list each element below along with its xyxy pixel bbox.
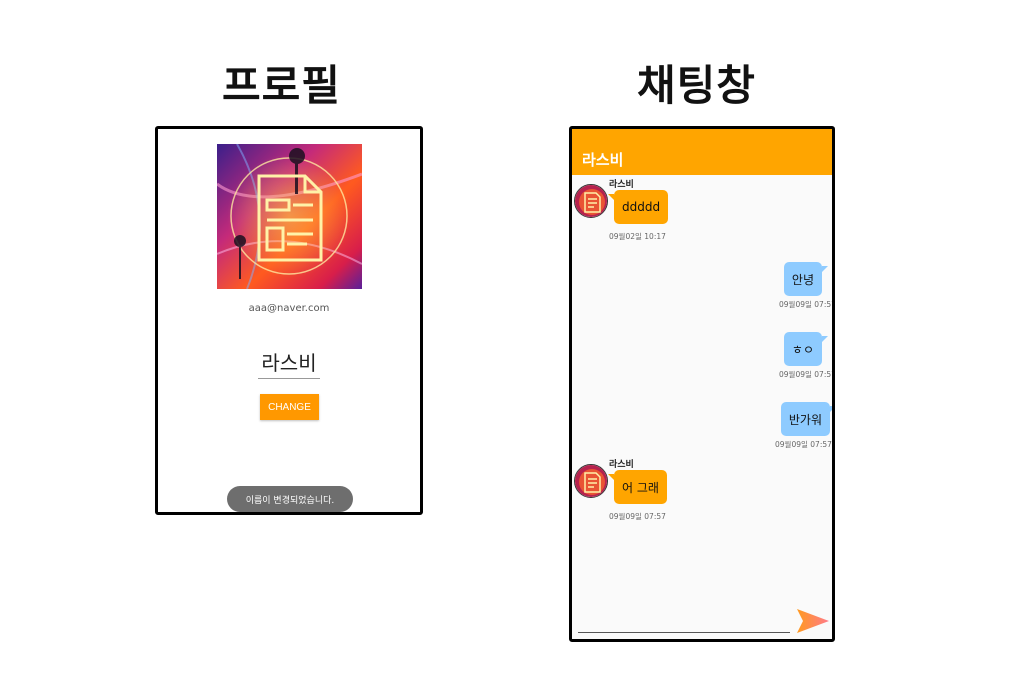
profile-heading: 프로필 xyxy=(222,61,341,110)
send-button[interactable] xyxy=(796,607,830,635)
message-time: 09월09일 07:57 xyxy=(779,370,835,379)
message-time: 09월09일 07:57 xyxy=(779,300,835,309)
profile-image[interactable] xyxy=(216,143,363,290)
document-icon xyxy=(575,465,607,497)
message-bubble[interactable]: ddddd xyxy=(607,190,669,224)
message-bubble[interactable]: 어 그래 xyxy=(608,470,667,504)
chat-header: 라스비 xyxy=(572,129,832,175)
profile-screen: aaa@naver.com 라스비 CHANGE 이름이 변경되었습니다. xyxy=(155,126,423,515)
document-icon xyxy=(575,185,607,217)
send-arrow-icon xyxy=(797,609,829,633)
message-bubble[interactable]: 안녕 xyxy=(783,262,829,296)
message-time: 09월09일 07:57 xyxy=(609,512,666,521)
sender-name: 라스비 xyxy=(609,460,634,470)
chat-screen: 라스비 라스비 ddddd 09월02일 10:17 안녕 09월09일 07:… xyxy=(569,126,835,642)
document-icon xyxy=(216,143,363,290)
avatar[interactable] xyxy=(574,184,608,218)
message-input[interactable] xyxy=(578,609,794,633)
profile-name-field[interactable]: 라스비 xyxy=(258,347,320,379)
input-underline xyxy=(578,632,790,633)
message-time: 09월02일 10:17 xyxy=(609,232,666,241)
message-time: 09월09일 07:57 xyxy=(775,440,832,449)
chat-heading: 채팅창 xyxy=(637,61,756,110)
chat-title: 라스비 xyxy=(582,151,624,169)
toast-message: 이름이 변경되었습니다. xyxy=(227,486,353,512)
message-bubble[interactable]: ㅎㅇ xyxy=(783,332,829,366)
message-bubble[interactable]: 반가워 xyxy=(780,402,832,436)
profile-email: aaa@naver.com xyxy=(248,303,330,314)
avatar[interactable] xyxy=(574,464,608,498)
change-button[interactable]: CHANGE xyxy=(260,394,319,420)
sender-name: 라스비 xyxy=(609,180,634,190)
